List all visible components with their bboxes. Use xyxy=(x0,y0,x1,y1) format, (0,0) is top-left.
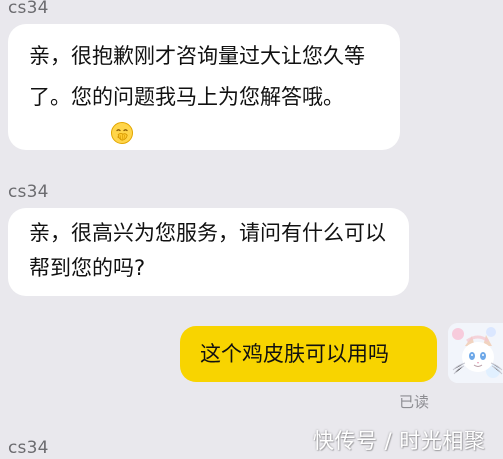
face-with-hand-over-mouth-icon xyxy=(110,118,134,144)
outgoing-message-bubble: 这个鸡皮肤可以用吗 xyxy=(180,326,437,382)
user-avatar[interactable] xyxy=(448,323,503,383)
sender-name-bottom: cs34 xyxy=(8,438,49,458)
read-status: 已读 xyxy=(399,393,430,411)
sender-name-middle: cs34 xyxy=(8,182,49,202)
outgoing-message-text: 这个鸡皮肤可以用吗 xyxy=(200,342,389,366)
message-bubble: 亲，很抱歉刚才咨询量过大让您久等了。您的问题我马上为您解答哦。 xyxy=(8,24,400,150)
message-text: 亲，很抱歉刚才咨询量过大让您久等了。您的问题我马上为您解答哦。 xyxy=(29,44,365,109)
message-bubble: 亲，很高兴为您服务，请问有什么可以帮到您的吗? xyxy=(8,208,409,296)
message-text: 亲，很高兴为您服务，请问有什么可以帮到您的吗? xyxy=(29,221,386,280)
watermark: 快传号 / 时光相聚 xyxy=(313,429,486,453)
sender-name-top: cs34 xyxy=(8,0,49,18)
